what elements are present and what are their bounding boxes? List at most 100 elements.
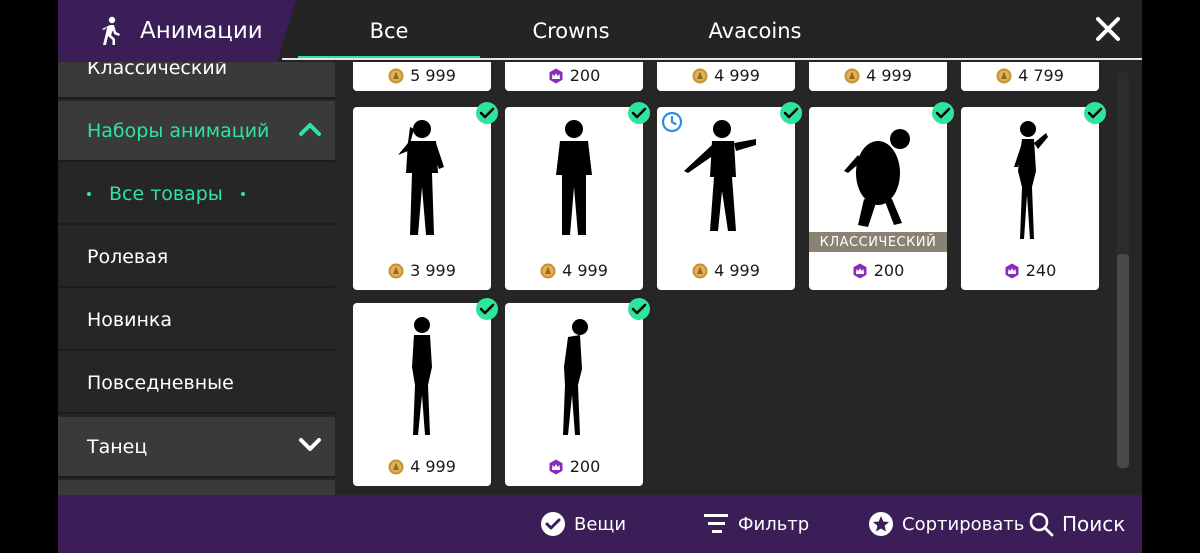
header: Анимации Все Crowns Avacoins bbox=[58, 0, 1142, 62]
animation-card[interactable]: 4 999 bbox=[505, 102, 650, 290]
items-button[interactable]: Вещи bbox=[540, 495, 626, 553]
avacoin-icon bbox=[540, 263, 556, 278]
avacoin-icon bbox=[996, 68, 1012, 83]
item-price: 240 bbox=[961, 261, 1099, 280]
avacoin-icon bbox=[388, 263, 404, 278]
item-card[interactable]: 4 999 bbox=[809, 62, 947, 91]
sidebar-item-label: Наборы анимаций bbox=[87, 119, 270, 142]
item-price: 4 999 bbox=[505, 261, 643, 280]
crouching-pose-silhouette-icon bbox=[844, 129, 910, 227]
avacoin-icon bbox=[388, 459, 404, 474]
sidebar-item-all-items[interactable]: Все товары bbox=[58, 164, 335, 225]
owned-check-icon bbox=[628, 102, 650, 124]
badge-label: КЛАССИЧЕСКИЙ bbox=[819, 234, 937, 250]
close-icon[interactable] bbox=[1093, 14, 1123, 44]
crown-currency-icon bbox=[549, 459, 563, 474]
filter-label: Фильтр bbox=[738, 513, 810, 535]
male-pose-silhouette-icon bbox=[684, 120, 756, 231]
female-pose-silhouette-icon bbox=[412, 317, 432, 435]
item-card[interactable]: 4 799 bbox=[961, 62, 1099, 91]
search-icon bbox=[1029, 512, 1054, 537]
sidebar-item-label: Ролевая bbox=[87, 245, 169, 268]
star-badge-icon bbox=[869, 512, 893, 536]
item-price: 4 999 bbox=[353, 457, 491, 476]
chevron-up-icon bbox=[299, 123, 321, 136]
sidebar-item-roleplay[interactable]: Ролевая bbox=[58, 227, 335, 288]
animation-card[interactable]: 4 999 bbox=[657, 102, 802, 290]
price-value: 240 bbox=[1025, 261, 1057, 280]
item-card[interactable]: 4 999 bbox=[657, 62, 795, 91]
price-value: 4 999 bbox=[714, 261, 760, 280]
scrollbar[interactable] bbox=[1117, 72, 1129, 468]
page-title: Анимации bbox=[140, 18, 263, 44]
avacoin-icon bbox=[844, 68, 860, 83]
sort-label: Сортировать bbox=[902, 513, 1025, 535]
tab-crowns[interactable]: Crowns bbox=[480, 0, 662, 62]
price-value: 200 bbox=[569, 457, 601, 476]
classic-badge: КЛАССИЧЕСКИЙ bbox=[809, 232, 947, 252]
tab-all[interactable]: Все bbox=[298, 0, 480, 62]
check-circle-icon bbox=[541, 512, 565, 536]
item-price: 4 999 bbox=[657, 66, 795, 85]
item-card[interactable]: 5 999 bbox=[353, 62, 491, 91]
animation-card[interactable]: 240 bbox=[961, 102, 1106, 290]
item-price: 3 999 bbox=[353, 261, 491, 280]
price-value: 5 999 bbox=[410, 66, 456, 85]
sidebar-item-classic[interactable]: Классический bbox=[58, 62, 335, 99]
price-value: 4 799 bbox=[1018, 66, 1064, 85]
male-pose-silhouette-icon bbox=[556, 120, 592, 235]
item-grid: 5 999 200 4 999 4 999 4 799 3 999 4 999 … bbox=[335, 62, 1130, 495]
tab-avacoins[interactable]: Avacoins bbox=[664, 0, 846, 62]
sidebar-item-label: Все товары bbox=[109, 182, 223, 205]
bullet-dot bbox=[240, 191, 245, 196]
crown-currency-icon bbox=[853, 263, 867, 278]
price-value: 3 999 bbox=[410, 261, 456, 280]
sidebar-item-animation-sets[interactable]: Наборы анимаций bbox=[58, 101, 335, 162]
items-label: Вещи bbox=[574, 513, 627, 535]
sidebar-item-label: Повседневные bbox=[87, 371, 234, 394]
clock-icon bbox=[661, 111, 683, 133]
price-value: 4 999 bbox=[410, 457, 456, 476]
animations-shop-window: Анимации Все Crowns Avacoins Классически… bbox=[58, 0, 1142, 553]
filter-button[interactable]: Фильтр bbox=[704, 495, 809, 553]
female-pose-silhouette-icon bbox=[563, 319, 588, 435]
animation-card[interactable]: 200 bbox=[505, 298, 650, 486]
sidebar-item-casual[interactable]: Повседневные bbox=[58, 353, 335, 414]
search-label: Поиск bbox=[1062, 512, 1126, 536]
sort-button[interactable]: Сортировать bbox=[868, 495, 1024, 553]
owned-check-icon bbox=[1084, 102, 1106, 124]
avacoin-icon bbox=[388, 68, 404, 83]
animation-card[interactable]: 3 999 bbox=[353, 102, 498, 290]
item-price: 4 799 bbox=[961, 66, 1099, 85]
price-value: 4 999 bbox=[714, 66, 760, 85]
owned-check-icon bbox=[476, 102, 498, 124]
sidebar-item-label: Новинка bbox=[87, 308, 172, 331]
male-pose-silhouette-icon bbox=[398, 120, 444, 235]
tab-label: Все bbox=[369, 19, 409, 43]
price-value: 200 bbox=[873, 261, 905, 280]
tab-label: Avacoins bbox=[708, 19, 802, 43]
search-button[interactable]: Поиск bbox=[1028, 495, 1125, 553]
animation-card[interactable]: КЛАССИЧЕСКИЙ 200 bbox=[809, 102, 954, 290]
crown-currency-icon bbox=[549, 68, 563, 83]
sidebar-item-dance[interactable]: Танец bbox=[58, 417, 335, 478]
item-price: 200 bbox=[809, 261, 947, 280]
filter-icon bbox=[704, 514, 728, 533]
female-pose-silhouette-icon bbox=[1014, 121, 1048, 239]
title-block: Анимации bbox=[58, 0, 296, 62]
sidebar-item-next[interactable] bbox=[58, 480, 335, 495]
sidebar-item-label: Танец bbox=[87, 435, 148, 458]
owned-check-icon bbox=[932, 102, 954, 124]
price-value: 4 999 bbox=[866, 66, 912, 85]
avacoin-icon bbox=[692, 68, 708, 83]
animation-card[interactable]: 4 999 bbox=[353, 298, 498, 486]
item-price: 200 bbox=[505, 66, 643, 85]
sidebar-item-new[interactable]: Новинка bbox=[58, 290, 335, 351]
header-divider bbox=[282, 58, 1142, 60]
owned-check-icon bbox=[476, 298, 498, 320]
item-price: 4 999 bbox=[657, 261, 795, 280]
scrollbar-thumb[interactable] bbox=[1117, 254, 1129, 468]
item-price: 5 999 bbox=[353, 66, 491, 85]
item-price: 4 999 bbox=[809, 66, 947, 85]
item-card[interactable]: 200 bbox=[505, 62, 643, 91]
